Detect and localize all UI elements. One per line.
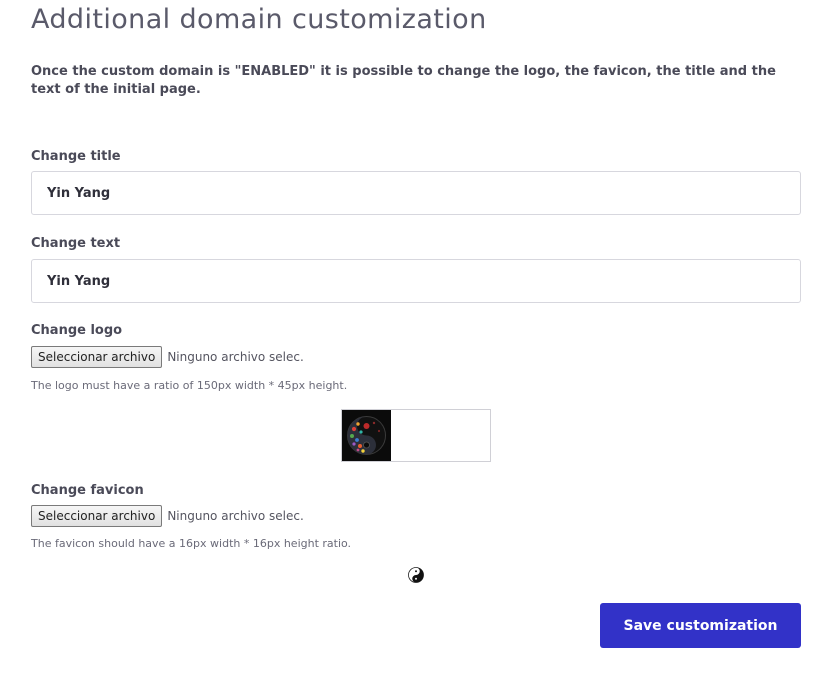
section-description: Once the custom domain is "ENABLED" it i… (31, 64, 776, 97)
title-input[interactable] (31, 171, 801, 215)
change-title-label: Change title (31, 149, 121, 164)
favicon-file-button[interactable]: Seleccionar archivo (31, 505, 163, 527)
domain-customization-page: Additional domain customization Once the… (0, 0, 823, 679)
logo-size-hint: The logo must have a ratio of 150px widt… (31, 379, 348, 392)
section-title: Additional domain customization (31, 4, 487, 35)
logo-preview (341, 409, 491, 462)
favicon-file-status: Ninguno archivo selec. (167, 509, 304, 523)
logo-file-status: Ninguno archivo selec. (167, 350, 304, 364)
yin-yang-logo-icon (347, 416, 386, 455)
text-input[interactable] (31, 259, 801, 303)
change-favicon-label: Change favicon (31, 483, 144, 498)
change-logo-label: Change logo (31, 323, 123, 338)
favicon-size-hint: The favicon should have a 16px width * 1… (31, 537, 352, 550)
yin-yang-favicon-icon (408, 567, 424, 583)
logo-file-picker: Seleccionar archivo Ninguno archivo sele… (31, 346, 304, 368)
favicon-file-picker: Seleccionar archivo Ninguno archivo sele… (31, 505, 304, 527)
save-customization-button[interactable]: Save customization (600, 603, 801, 648)
change-text-label: Change text (31, 236, 121, 251)
logo-file-button[interactable]: Seleccionar archivo (31, 346, 163, 368)
